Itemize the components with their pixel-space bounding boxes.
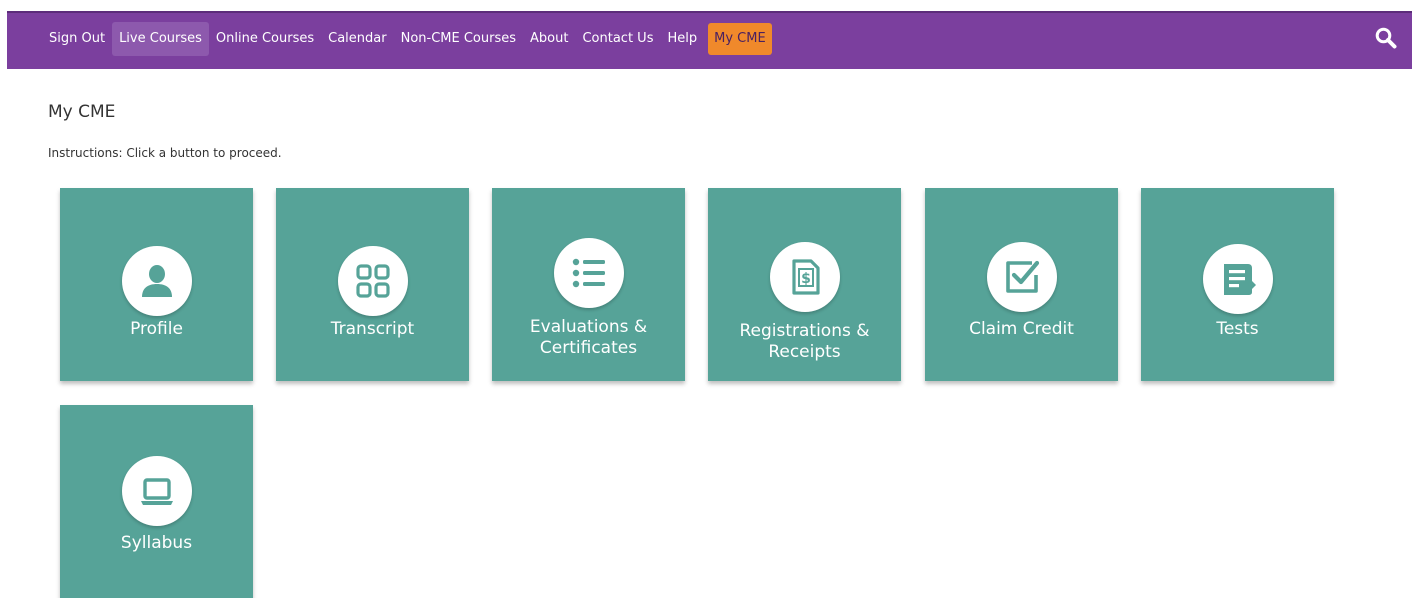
test-document-icon (1224, 264, 1256, 295)
svg-text:$: $ (801, 271, 811, 287)
tile-label-line1: Evaluations & (529, 317, 648, 337)
transcript-tile-button[interactable]: Transcript (276, 188, 469, 381)
receipt-dollar-icon: $ (792, 259, 820, 295)
tile-label-line1: Syllabus (120, 533, 193, 553)
nav-menu: Sign Out Live Courses Online Courses Cal… (42, 22, 772, 56)
user-icon (142, 265, 172, 297)
tile-label-line1: Transcript (330, 319, 415, 339)
tile-label: Claim Credit (925, 319, 1118, 340)
search-icon (1375, 27, 1397, 49)
instructions-text: Instructions: Click a button to proceed. (48, 146, 282, 160)
profile-tile-button[interactable]: Profile (60, 188, 253, 381)
nav-item-calendar[interactable]: Calendar (321, 22, 393, 56)
tile-label: Profile (60, 319, 253, 340)
nav-item-help[interactable]: Help (660, 22, 704, 56)
transcript-icon-circle (338, 246, 408, 316)
tile-label-line1: Claim Credit (969, 319, 1074, 339)
laptop-icon (141, 478, 173, 505)
claim-credit-tile-button[interactable]: Claim Credit (925, 188, 1118, 381)
tests-tile-button[interactable]: Tests (1141, 188, 1334, 381)
nav-item-non-cme-courses[interactable]: Non-CME Courses (394, 22, 523, 56)
grid-icon (356, 264, 390, 298)
page-title: My CME (48, 102, 116, 122)
registrations-receipts-tile-button[interactable]: $ Registrations & Receipts (708, 188, 901, 381)
tile-label: Tests (1141, 319, 1334, 340)
nav-item-online-courses[interactable]: Online Courses (209, 22, 321, 56)
evaluations-icon-circle (554, 238, 624, 308)
tile-label-line2: Receipts (768, 342, 841, 362)
syllabus-tile-button[interactable]: Syllabus (60, 405, 253, 598)
tile-label-line1: Registrations & (739, 321, 870, 341)
tile-label-line2: Certificates (539, 338, 638, 358)
syllabus-icon-circle (122, 456, 192, 526)
nav-item-my-cme[interactable]: My CME (708, 23, 772, 55)
nav-item-sign-out[interactable]: Sign Out (42, 22, 112, 56)
tile-label-line1: Profile (130, 319, 183, 339)
nav-item-contact-us[interactable]: Contact Us (575, 22, 660, 56)
profile-icon-circle (122, 246, 192, 316)
registrations-icon-circle: $ (770, 242, 840, 312)
tile-label: Evaluations & Certificates (492, 317, 685, 359)
search-button[interactable] (1374, 26, 1398, 50)
tile-label: Registrations & Receipts (708, 321, 901, 363)
claim-credit-icon-circle (987, 242, 1057, 312)
top-nav-bar: Sign Out Live Courses Online Courses Cal… (7, 11, 1412, 69)
list-icon (572, 258, 605, 288)
tile-label: Transcript (276, 319, 469, 340)
nav-item-live-courses[interactable]: Live Courses (112, 22, 209, 56)
checkbox-icon (1006, 260, 1040, 293)
evaluations-certificates-tile-button[interactable]: Evaluations & Certificates (492, 188, 685, 381)
tile-label-line1: Tests (1216, 319, 1259, 339)
nav-item-about[interactable]: About (523, 22, 575, 56)
tile-label: Syllabus (60, 533, 253, 554)
tests-icon-circle (1203, 244, 1273, 314)
